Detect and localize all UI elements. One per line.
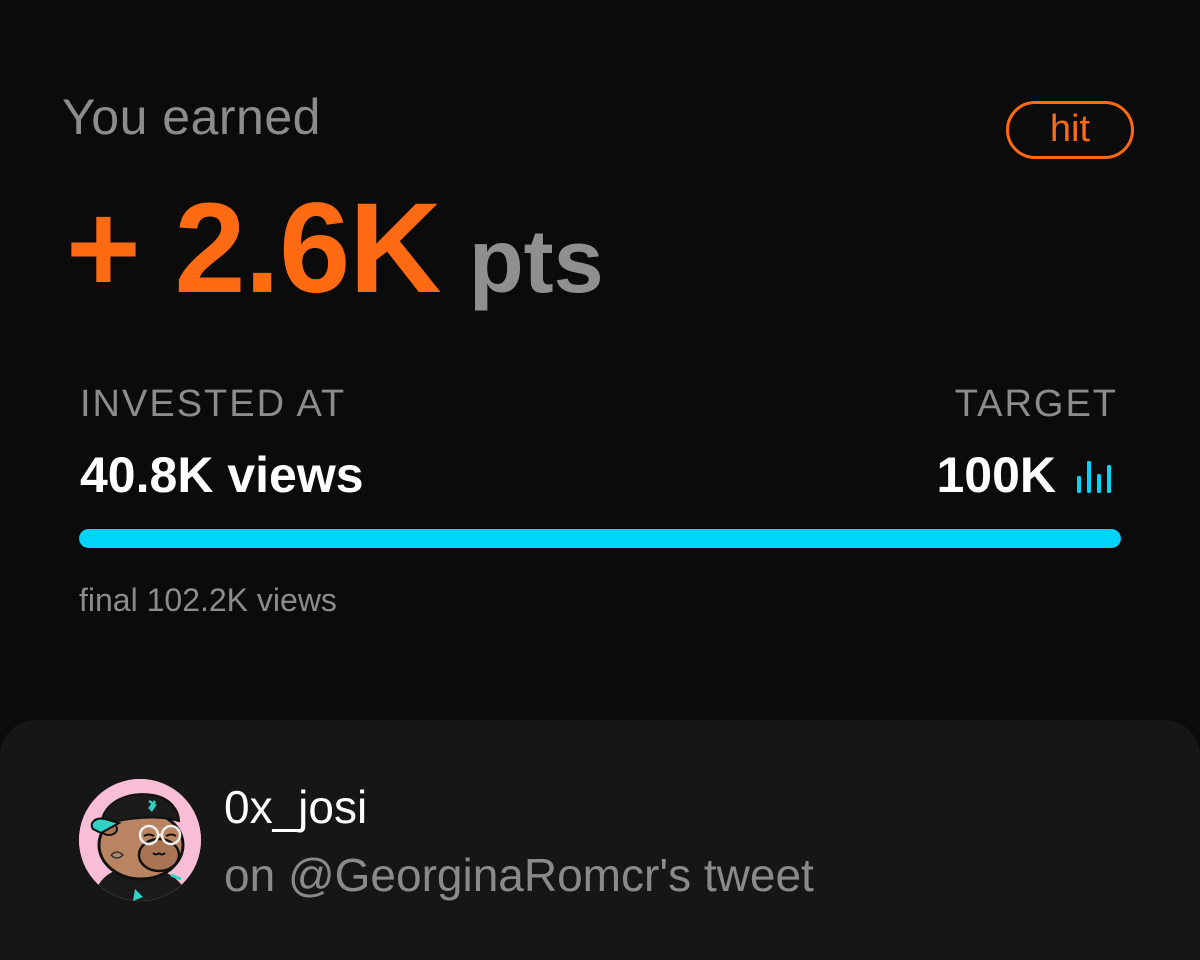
result-screen: You earned hit + 2.6K pts INVESTED AT TA… (0, 0, 1200, 960)
final-views-text: final 102.2K views (79, 582, 337, 618)
username[interactable]: 0x_josi (224, 780, 367, 834)
progress-bar (79, 529, 1121, 548)
invested-at-value: 40.8K views (80, 447, 364, 503)
earned-amount: + 2.6K pts (66, 175, 604, 325)
status-badge: hit (1006, 101, 1134, 159)
earned-label: You earned (62, 89, 321, 145)
target-label: TARGET (954, 383, 1118, 425)
status-badge-label: hit (1049, 107, 1091, 150)
earned-points-value: + 2.6K (66, 177, 442, 320)
bar-chart-icon (1077, 461, 1111, 493)
target-group: 100K (936, 446, 1114, 504)
target-value: 100K (936, 447, 1056, 503)
progress-bar-fill (79, 529, 1121, 548)
tweet-context[interactable]: on @GeorginaRomcr's tweet (224, 848, 814, 902)
user-avatar[interactable] (79, 779, 201, 901)
capybara-avatar (79, 779, 201, 901)
earned-points-unit: pts (468, 212, 604, 312)
invested-at-label: INVESTED AT (80, 383, 347, 425)
